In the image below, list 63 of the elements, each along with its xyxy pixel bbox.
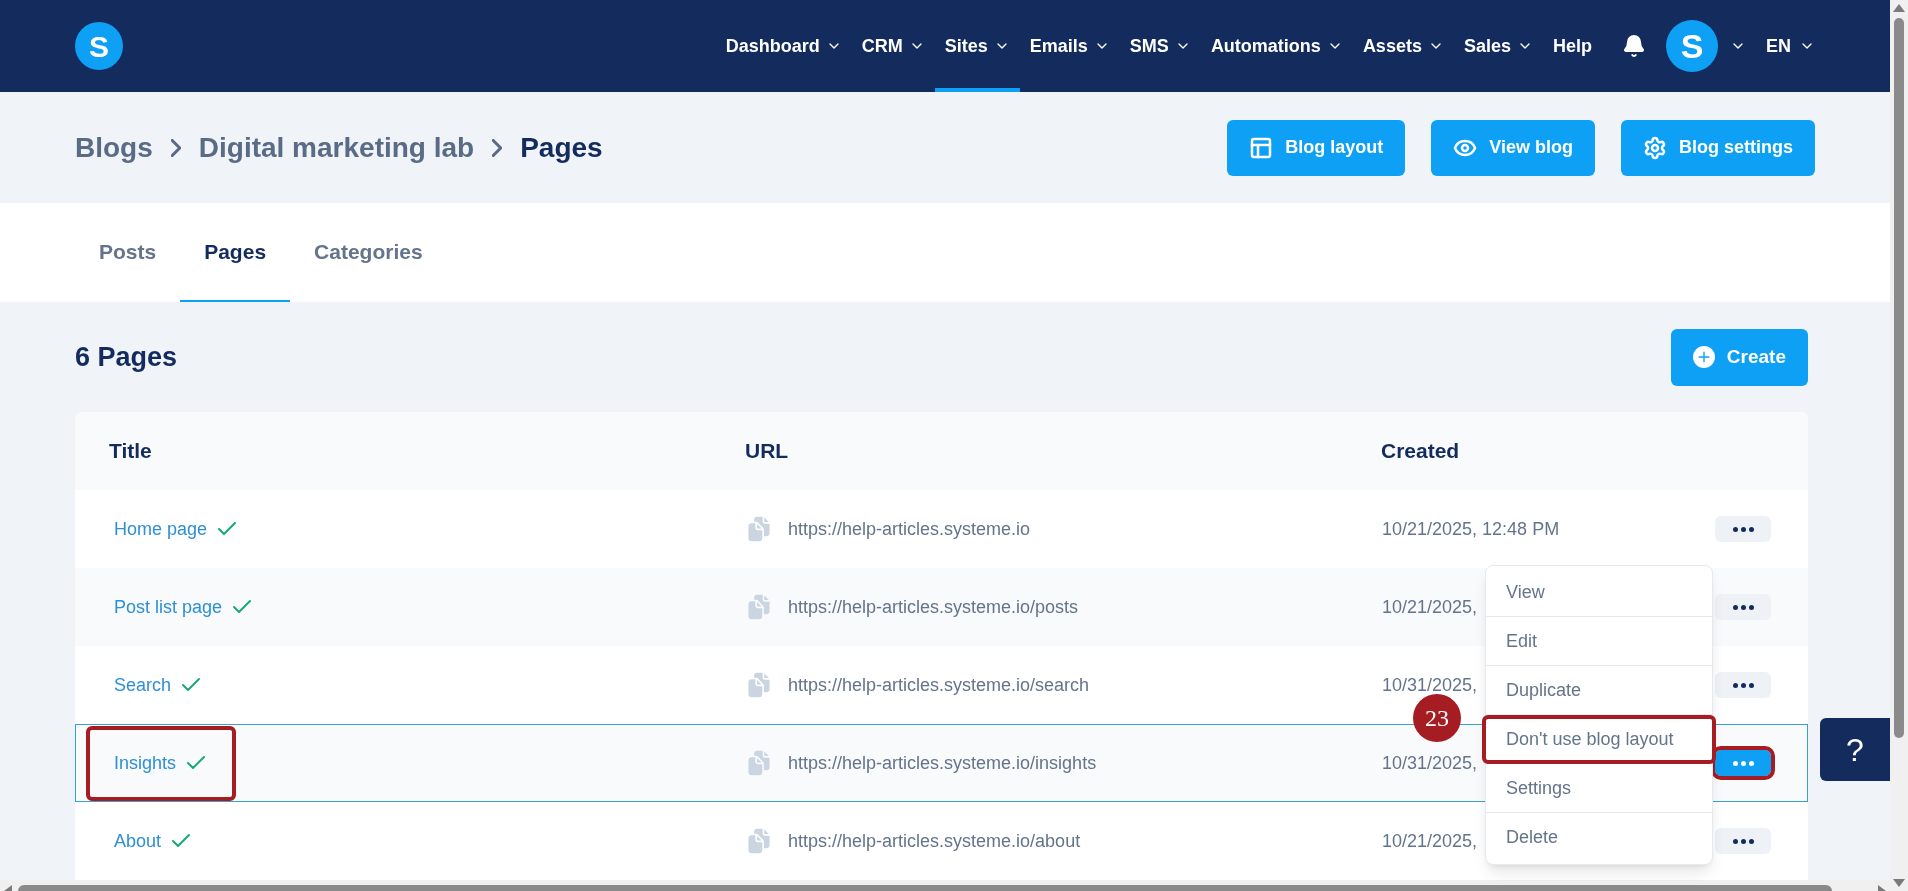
- table-cell-text: 10/31/2025,: [1382, 751, 1478, 775]
- table-cell-text: 10/21/2025,: [1382, 829, 1478, 853]
- page-title-link[interactable]: Home page: [86, 491, 268, 567]
- header-button[interactable]: Blog settings: [1621, 119, 1815, 176]
- page-title-link[interactable]: Search: [86, 647, 232, 723]
- nav-item[interactable]: Sites: [934, 0, 1020, 92]
- nav-item[interactable]: SMS: [1119, 0, 1201, 92]
- tab[interactable]: Posts: [75, 203, 181, 302]
- menu-item[interactable]: Don't use blog layout: [1482, 715, 1716, 764]
- column-header: Title: [109, 438, 153, 465]
- menu-item[interactable]: View: [1486, 568, 1712, 617]
- tab[interactable]: Pages: [180, 203, 291, 302]
- header-button[interactable]: View blog: [1431, 119, 1595, 176]
- page-title-link[interactable]: Insights: [86, 725, 237, 801]
- logo-icon[interactable]: S: [75, 22, 123, 70]
- gear-icon: [1643, 135, 1667, 160]
- nav-item[interactable]: Sales: [1453, 0, 1543, 92]
- chevron-right-icon: [170, 138, 181, 157]
- more-actions-button[interactable]: [1715, 672, 1771, 698]
- table-cell-text: https://help-articles.systeme.io/insights: [788, 751, 1097, 775]
- help-button[interactable]: ?: [1820, 718, 1890, 781]
- notification-bell-icon[interactable]: [1622, 34, 1646, 58]
- avatar[interactable]: S: [1666, 20, 1718, 72]
- table-cell-text: https://help-articles.systeme.io: [788, 517, 1031, 541]
- nav-item[interactable]: Automations: [1200, 0, 1353, 92]
- menu-item[interactable]: Duplicate: [1486, 666, 1712, 715]
- vertical-scrollbar[interactable]: [1890, 0, 1908, 891]
- nav-item[interactable]: Emails: [1019, 0, 1120, 92]
- menu-item[interactable]: Edit: [1486, 617, 1712, 666]
- breadcrumb-item[interactable]: Blogs: [75, 126, 153, 169]
- breadcrumb-item[interactable]: Digital marketing lab: [198, 126, 475, 169]
- table-cell-text: 10/21/2025,: [1382, 595, 1478, 619]
- more-actions-button[interactable]: [1715, 594, 1771, 620]
- language-selector[interactable]: EN: [1766, 32, 1815, 60]
- more-actions-button[interactable]: [1715, 828, 1771, 854]
- tab[interactable]: Categories: [290, 203, 447, 302]
- nav-item[interactable]: Help: [1542, 0, 1602, 92]
- table-cell-text: 10/21/2025, 12:48 PM: [1382, 517, 1560, 541]
- chevron-right-icon: [492, 138, 503, 157]
- nav-item[interactable]: Assets: [1352, 0, 1454, 92]
- documents-icon: [746, 594, 772, 620]
- header-button[interactable]: Blog layout: [1227, 119, 1406, 176]
- page-title-link[interactable]: Post list page: [86, 569, 283, 645]
- create-button[interactable]: Create: [1670, 328, 1808, 386]
- more-actions-button[interactable]: [1715, 516, 1771, 542]
- documents-icon: [746, 672, 772, 698]
- nav-item[interactable]: Dashboard: [715, 0, 852, 92]
- column-header: Created: [1381, 438, 1461, 465]
- menu-item[interactable]: Delete: [1486, 813, 1712, 862]
- breadcrumb-item: Pages: [520, 130, 603, 165]
- page-title-link[interactable]: About: [86, 803, 222, 879]
- nav-item[interactable]: CRM: [851, 0, 935, 92]
- table-cell-text: 10/31/2025,: [1382, 673, 1478, 697]
- documents-icon: [746, 516, 772, 542]
- page-count-heading: 6 Pages: [75, 340, 178, 374]
- table-cell-text: https://help-articles.systeme.io/posts: [788, 595, 1079, 619]
- table-cell-text: https://help-articles.systeme.io/search: [788, 673, 1090, 697]
- documents-icon: [746, 828, 772, 854]
- column-header: URL: [745, 438, 790, 465]
- table-cell-text: https://help-articles.systeme.io/about: [788, 829, 1081, 853]
- documents-icon: [746, 750, 772, 776]
- layout-icon: [1249, 135, 1274, 160]
- menu-item[interactable]: Settings: [1486, 764, 1712, 813]
